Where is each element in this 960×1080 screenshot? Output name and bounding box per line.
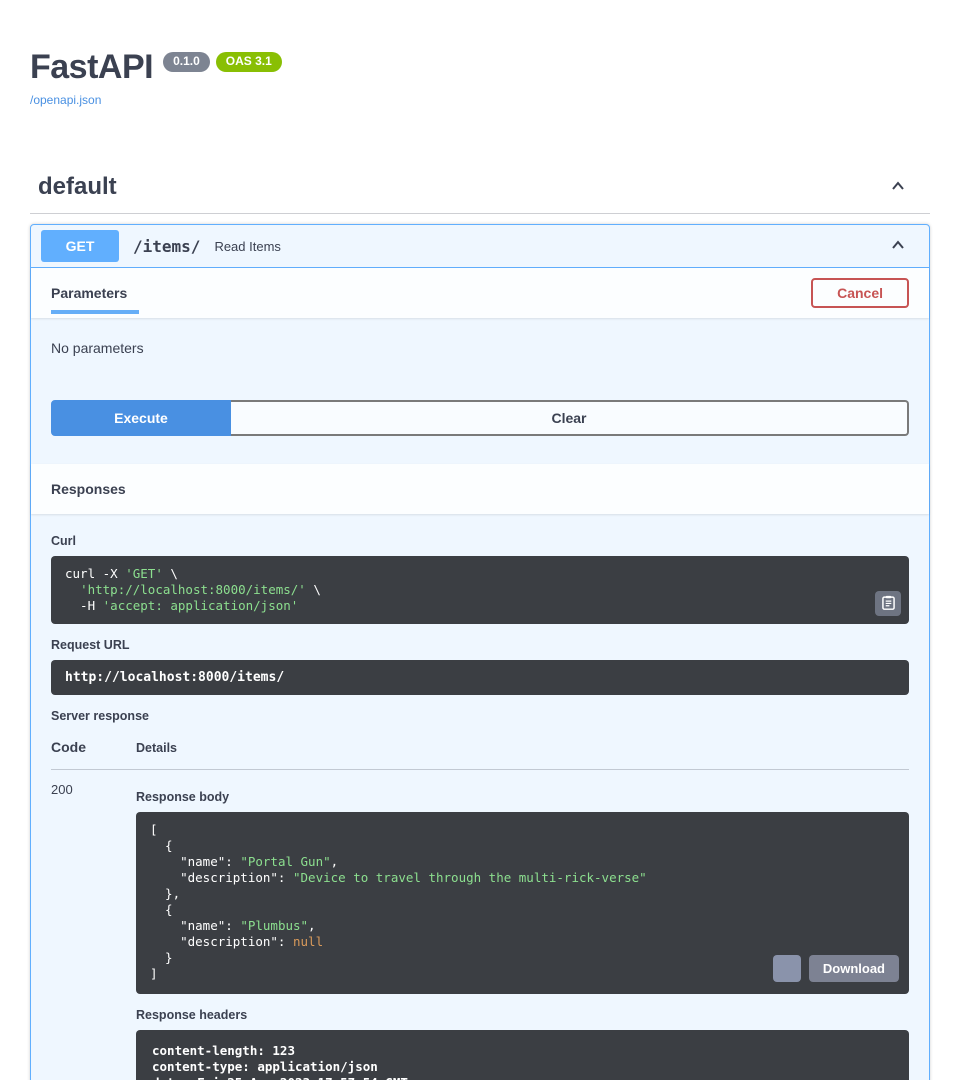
collapse-section-button[interactable] — [886, 174, 910, 201]
details-column-header: Details — [136, 741, 909, 755]
response-body-block: [ { "name": "Portal Gun", "description":… — [136, 812, 909, 994]
request-url-value: http://localhost:8000/items/ — [51, 660, 909, 695]
clear-button[interactable]: Clear — [231, 400, 909, 436]
tag-section-default: default GET /items/ Read Items Paramet — [30, 167, 930, 1080]
openapi-spec-link[interactable]: /openapi.json — [30, 93, 101, 107]
api-title: FastAPI — [30, 50, 153, 84]
http-method-badge: GET — [41, 230, 119, 262]
clipboard-icon — [882, 595, 895, 613]
cancel-button[interactable]: Cancel — [811, 278, 909, 308]
api-info: FastAPI 0.1.0 OAS 3.1 /openapi.json — [30, 0, 930, 109]
execute-button[interactable]: Execute — [51, 400, 231, 436]
oas-version-badge: OAS 3.1 — [216, 52, 282, 72]
chevron-up-icon — [888, 243, 908, 258]
status-code: 200 — [51, 782, 136, 1080]
download-button[interactable]: Download — [809, 955, 899, 982]
server-response-label: Server response — [51, 709, 909, 723]
curl-label: Curl — [51, 534, 909, 548]
swagger-ui-page: FastAPI 0.1.0 OAS 3.1 /openapi.json defa… — [30, 0, 930, 1080]
response-body-label: Response body — [136, 790, 909, 804]
copy-curl-button[interactable] — [875, 591, 901, 616]
execute-wrapper: Execute Clear — [31, 400, 929, 436]
operation-path: /items/ — [133, 237, 200, 256]
curl-code-block: curl -X 'GET' \ 'http://localhost:8000/i… — [51, 556, 909, 624]
responses-section-header: Responses — [31, 464, 929, 514]
tab-parameters[interactable]: Parameters — [51, 285, 139, 314]
no-parameters-text: No parameters — [31, 318, 929, 356]
copy-response-button[interactable] — [773, 955, 801, 982]
opblock-summary[interactable]: GET /items/ Read Items — [31, 225, 929, 268]
operation-summary-text: Read Items — [214, 239, 280, 254]
tag-title: default — [38, 173, 117, 201]
collapse-operation-button[interactable] — [888, 235, 908, 258]
response-headers-block: content-length: 123content-type: applica… — [136, 1030, 909, 1080]
request-url-label: Request URL — [51, 638, 909, 652]
code-column-header: Code — [51, 739, 136, 755]
tag-header-default[interactable]: default — [30, 167, 930, 214]
responses-inner: Curl curl -X 'GET' \ 'http://localhost:8… — [31, 514, 929, 1080]
version-badge: 0.1.0 — [163, 52, 210, 72]
response-headers-label: Response headers — [136, 1008, 909, 1022]
chevron-up-icon — [888, 184, 908, 199]
opblock-get-items: GET /items/ Read Items Parameters Cancel… — [30, 224, 930, 1080]
response-row-200: 200 Response body [ { "name": "Portal Gu… — [51, 770, 909, 1080]
response-table-header: Code Details — [51, 739, 909, 770]
parameters-section-header: Parameters Cancel — [31, 268, 929, 318]
